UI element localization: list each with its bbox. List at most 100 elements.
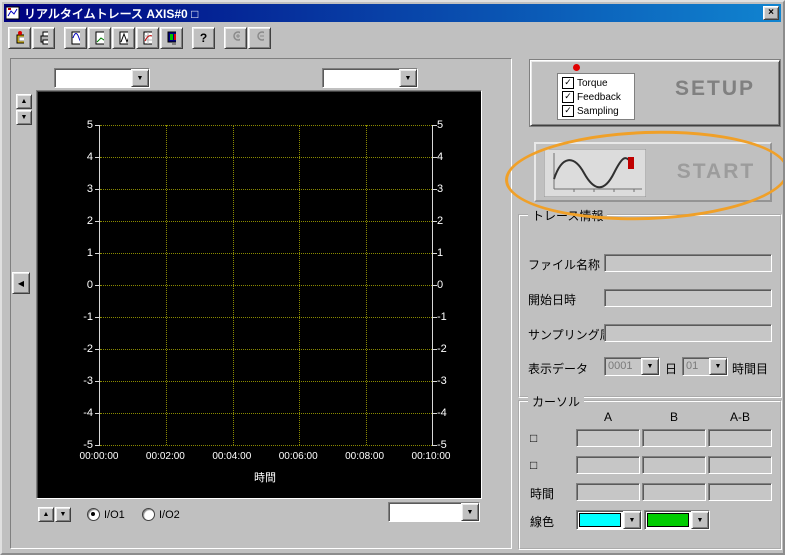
setup-panel[interactable]: ✓ Torque ✓ Feedback ✓ Sampling SETUP: [530, 60, 780, 126]
print-icon[interactable]: [32, 27, 55, 49]
chevron-down-icon[interactable]: ▼: [623, 511, 641, 529]
scale-down-button[interactable]: ▼: [16, 110, 32, 125]
radio-icon[interactable]: [142, 508, 155, 521]
chevron-down-icon[interactable]: ▼: [641, 358, 659, 375]
toolbar-separator: [216, 27, 224, 49]
scroll-up-button[interactable]: ▲: [38, 507, 54, 522]
combo-value: 01: [686, 360, 699, 372]
cursor-cell-a3: [576, 483, 640, 501]
cursor-row1-label: □: [530, 431, 538, 445]
plot-area: [95, 125, 437, 446]
chevron-down-icon[interactable]: ▼: [399, 69, 417, 87]
cursor-cell-b3: [642, 483, 706, 501]
start-button[interactable]: START: [534, 142, 772, 202]
cursor-cell-ab2: [708, 456, 772, 474]
toolbar: ?: [8, 26, 272, 50]
y-axis-left: 5 4 3 2 1 0 -1 -2 -3 -4 -5: [83, 119, 93, 451]
trend-icon[interactable]: [88, 27, 111, 49]
cursor-cell-a2: [576, 456, 640, 474]
vertical-slider-handle[interactable]: ◀: [12, 272, 30, 294]
channel-bottom-combo[interactable]: ▼: [388, 502, 480, 522]
checkbox-icon: ✓: [562, 91, 574, 103]
signal-checkbox-panel: ✓ Torque ✓ Feedback ✓ Sampling: [557, 73, 635, 120]
status-led: [573, 64, 580, 71]
start-button-label: START: [676, 160, 756, 183]
zoom-in-icon[interactable]: [224, 27, 247, 49]
combo-value: 0001: [608, 360, 633, 372]
display-day-unit: 日: [665, 362, 678, 376]
checkbox-icon: ✓: [562, 105, 574, 117]
channel-top-left-combo[interactable]: ▼: [54, 68, 150, 88]
combo-value: [323, 69, 399, 87]
close-button[interactable]: ×: [763, 6, 779, 20]
io2-radio-label: I/O2: [159, 508, 180, 521]
app-icon: [6, 6, 20, 20]
title-bar[interactable]: リアルタイムトレース AXIS#0 □ ×: [4, 4, 781, 22]
x-axis: 00:00:00 00:02:00 00:04:00 00:06:00 00:08:00…: [79, 451, 451, 462]
zoom-out-icon[interactable]: [248, 27, 271, 49]
color-swatch-cyan: [579, 513, 621, 527]
feedback-checkbox[interactable]: ✓ Feedback: [562, 91, 632, 103]
start-time-field: [604, 289, 772, 307]
scale-up-button[interactable]: ▲: [16, 94, 32, 109]
file-name-field: [604, 254, 772, 272]
scroll-down-button[interactable]: ▼: [55, 507, 71, 522]
radio-icon[interactable]: [87, 508, 100, 521]
help-icon[interactable]: ?: [192, 27, 215, 49]
trace-info-group: トレース情報 ファイル名称 開始日時 サンプリング周期 表示データ 0001 ▼…: [518, 207, 782, 398]
sampling-checkbox[interactable]: ✓ Sampling: [562, 105, 632, 117]
checkbox-icon: ✓: [562, 77, 574, 89]
wave-icon[interactable]: [64, 27, 87, 49]
display-day-combo[interactable]: 0001 ▼: [604, 357, 660, 376]
cursor-group: カーソル A B A-B □ □ 時間 線色 ▼ ▼: [518, 393, 782, 550]
cursor-cell-b2: [642, 456, 706, 474]
channel-top-right-combo[interactable]: ▼: [322, 68, 418, 88]
feedback-checkbox-label: Feedback: [577, 91, 621, 103]
display-hour-unit: 時間目: [732, 362, 769, 376]
torque-checkbox[interactable]: ✓ Torque: [562, 77, 632, 89]
toolbar-separator: [184, 27, 192, 49]
cursor-cell-a1: [576, 429, 640, 447]
line-color-a-combo[interactable]: ▼: [576, 510, 642, 530]
combo-value: [55, 69, 131, 87]
io1-radio-label: I/O1: [104, 508, 125, 521]
color-swatch-green: [647, 513, 689, 527]
io2-radio[interactable]: I/O2: [142, 508, 180, 521]
x-axis-title: 時間: [254, 472, 276, 484]
chevron-down-icon[interactable]: ▼: [691, 511, 709, 529]
trace-setup-icon[interactable]: [8, 27, 31, 49]
chevron-down-icon[interactable]: ▼: [131, 69, 149, 87]
torque-checkbox-label: Torque: [577, 77, 608, 89]
sampling-checkbox-label: Sampling: [577, 105, 619, 117]
col-ab-header: A-B: [729, 410, 750, 424]
col-a-header: A: [603, 410, 612, 424]
display-icon[interactable]: [160, 27, 183, 49]
dual-wave-icon[interactable]: [112, 27, 135, 49]
chart-canvas: 5 4 3 2 1 0 -1 -2 -3 -4 -5 5 4 3 2 1 0 -1 -2 -3 -4 -5 00:00:…: [36, 90, 482, 499]
sampling-period-field: [604, 324, 772, 342]
grid-chart-icon[interactable]: [136, 27, 159, 49]
chevron-down-icon[interactable]: ▼: [461, 503, 479, 521]
window-title: リアルタイムトレース AXIS#0 □: [24, 6, 199, 21]
start-time-label: 開始日時: [528, 293, 577, 307]
y-axis-right: 5 4 3 2 1 0 -1 -2 -3 -4 -5: [437, 119, 447, 451]
app-window: リアルタイムトレース AXIS#0 □ × ? ▼ ▼ ▲ ▼ ◀ 5 4 3 …: [0, 0, 785, 555]
chevron-down-icon[interactable]: ▼: [709, 358, 727, 375]
line-color-b-combo[interactable]: ▼: [644, 510, 710, 530]
io1-radio[interactable]: I/O1: [87, 508, 125, 521]
cursor-cell-ab3: [708, 483, 772, 501]
cursor-time-label: 時間: [530, 487, 555, 501]
trace-info-title: トレース情報: [528, 207, 608, 224]
cursor-title: カーソル: [528, 393, 585, 410]
setup-button-label[interactable]: SETUP: [659, 77, 771, 101]
cursor-row2-label: □: [530, 458, 538, 472]
cursor-cell-b1: [642, 429, 706, 447]
line-color-label: 線色: [530, 515, 555, 529]
cursor-cell-ab1: [708, 429, 772, 447]
col-b-header: B: [669, 410, 678, 424]
combo-value: [389, 503, 461, 521]
start-graph-icon: [543, 148, 647, 202]
file-name-label: ファイル名称: [528, 258, 601, 272]
toolbar-separator: [56, 27, 64, 49]
display-hour-combo[interactable]: 01 ▼: [682, 357, 728, 376]
